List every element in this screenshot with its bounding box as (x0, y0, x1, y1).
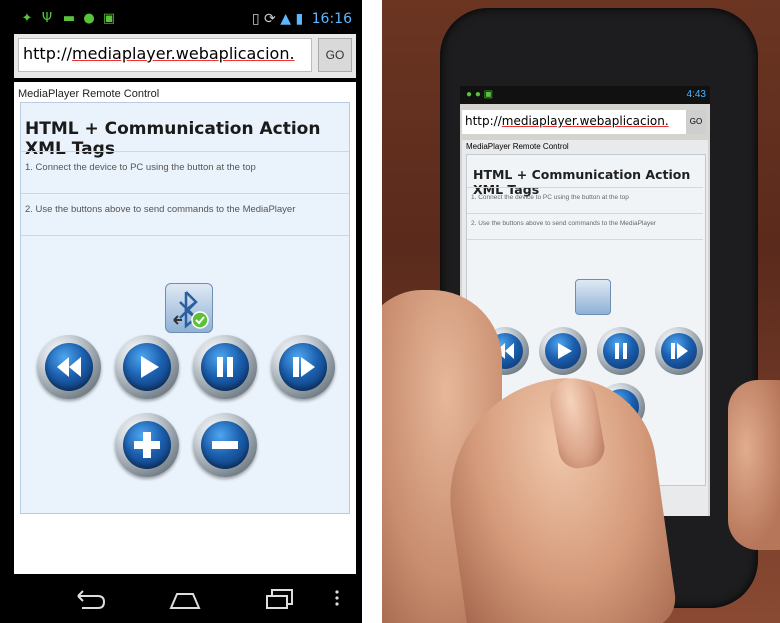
skip-forward-icon (293, 357, 315, 377)
bluetooth-icon (173, 291, 209, 329)
photo-status-icons: ● ● ▣ (466, 89, 494, 100)
photo-step-2: 2. Use the buttons above to send command… (467, 213, 703, 239)
step-1-text: 1. Connect the device to PC using the bu… (21, 151, 349, 193)
url-prefix: http:// (23, 44, 73, 63)
photo-go-button: GO (686, 110, 706, 134)
hand-fingers-right (728, 380, 780, 550)
home-icon[interactable] (168, 588, 202, 610)
photo-url-field: http://mediaplayer.webaplicacion. (462, 110, 686, 134)
next-button[interactable] (271, 335, 335, 399)
status-bar: ✦ Ψ ▬ ● ▣ ▯ ⟳ ▲ ▮ 16:16 (14, 8, 356, 34)
clock: 16:16 (311, 11, 352, 27)
bluetooth-connect-button[interactable] (165, 283, 213, 333)
photo-next-button (655, 327, 703, 375)
rewind-button[interactable] (37, 335, 101, 399)
photo-step-1: 1. Connect the device to PC using the bu… (467, 187, 703, 213)
sync-icon: ⟳ (264, 11, 276, 27)
back-icon[interactable] (72, 588, 106, 610)
photo-pause-icon (615, 343, 627, 359)
photo-bluetooth-icon (575, 279, 611, 315)
play-button[interactable] (115, 335, 179, 399)
address-bar: http://mediaplayer.webaplicacion. GO (14, 34, 356, 78)
photo-clock: 4:43 (686, 89, 706, 100)
battery-charging-icon: ▬ (62, 11, 76, 26)
photo-page-title: MediaPlayer Remote Control (466, 142, 569, 151)
alarm-icon: ▯ (251, 11, 260, 27)
volume-up-button[interactable] (115, 413, 179, 477)
photo-next-icon (671, 343, 688, 359)
play-icon (141, 356, 159, 378)
page-title: MediaPlayer Remote Control (18, 88, 160, 100)
signal-icon: ▲ (280, 11, 292, 27)
photo-status-bar: ● ● ▣ 4:43 (460, 86, 710, 104)
volume-down-button[interactable] (193, 413, 257, 477)
photo-url-host: mediaplayer.webaplicacion. (501, 114, 669, 128)
phone-photo-panel: ● ● ▣ 4:43 http://mediaplayer.webaplicac… (382, 0, 780, 623)
step-divider (21, 235, 349, 236)
photo-play-button (539, 327, 587, 375)
recent-apps-icon[interactable] (264, 588, 298, 610)
chat-icon: ● (83, 11, 95, 26)
web-page: MediaPlayer Remote Control HTML + Commun… (14, 82, 356, 574)
minus-icon (212, 441, 238, 449)
plus-icon (134, 432, 160, 458)
rewind-icon (57, 357, 81, 377)
url-field[interactable]: http://mediaplayer.webaplicacion. (18, 38, 312, 72)
phone-screenshot-panel: ✦ Ψ ▬ ● ▣ ▯ ⟳ ▲ ▮ 16:16 http://mediaplay… (0, 0, 362, 623)
pause-icon (217, 357, 233, 377)
download-icon: ▣ (102, 11, 116, 26)
status-right: ▯ ⟳ ▲ ▮ 16:16 (252, 11, 352, 27)
go-button[interactable]: GO (318, 38, 352, 72)
photo-play-icon (558, 343, 572, 359)
nav-bar (14, 576, 356, 620)
content-frame: HTML + Communication Action XML Tags 1. … (20, 102, 350, 514)
url-host: mediaplayer.webaplicacion. (72, 44, 295, 63)
photo-pause-button (597, 327, 645, 375)
photo-url-prefix: http:// (465, 114, 502, 128)
usb-debug-icon: ✦ (21, 11, 33, 26)
photo-step-divider (467, 239, 703, 240)
pause-button[interactable] (193, 335, 257, 399)
usb-icon: Ψ (41, 11, 53, 26)
step-2-text: 2. Use the buttons above to send command… (21, 193, 349, 235)
menu-dots-icon[interactable] (332, 588, 342, 610)
battery-icon: ▮ (295, 11, 304, 27)
